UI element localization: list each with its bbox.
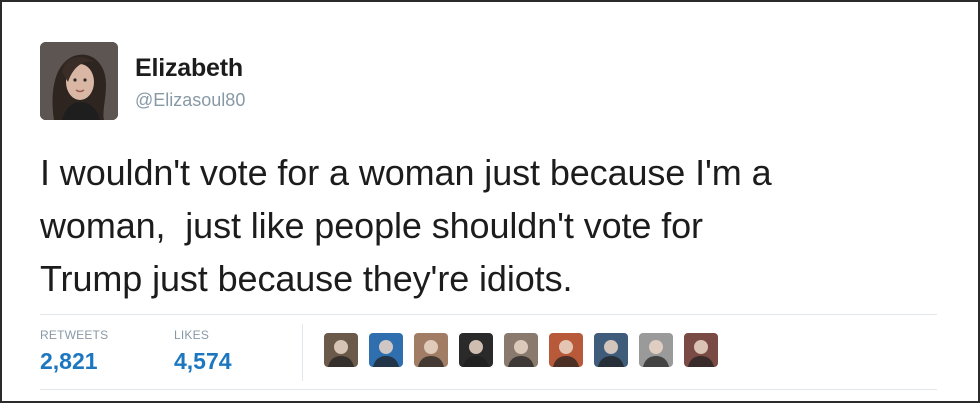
liker-avatar-5[interactable] (504, 333, 538, 367)
divider (40, 389, 937, 390)
author-photo (40, 42, 118, 120)
liker-avatar-4[interactable] (459, 333, 493, 367)
likes-stat[interactable]: LIKES 4,574 (174, 328, 232, 375)
liker-avatar-6[interactable] (549, 333, 583, 367)
divider (40, 314, 937, 315)
liker-avatar-1[interactable] (324, 333, 358, 367)
stats-separator (302, 324, 303, 381)
liker-avatar-9[interactable] (684, 333, 718, 367)
liker-avatar-3[interactable] (414, 333, 448, 367)
author-avatar[interactable] (40, 42, 118, 120)
liker-avatar-7[interactable] (594, 333, 628, 367)
likes-label: LIKES (174, 328, 210, 342)
likes-count: 4,574 (174, 348, 232, 374)
author-name[interactable]: Elizabeth (135, 54, 243, 83)
liker-avatar-2[interactable] (369, 333, 403, 367)
tweet-card: Elizabeth @Elizasoul80 I wouldn't vote f… (0, 0, 980, 403)
author-handle[interactable]: @Elizasoul80 (135, 90, 245, 111)
retweets-stat[interactable]: RETWEETS 2,821 (40, 328, 108, 375)
tweet-text: I wouldn't vote for a woman just because… (40, 152, 772, 299)
liker-avatar-8[interactable] (639, 333, 673, 367)
retweets-label: RETWEETS (40, 328, 109, 342)
retweets-count: 2,821 (40, 348, 98, 374)
